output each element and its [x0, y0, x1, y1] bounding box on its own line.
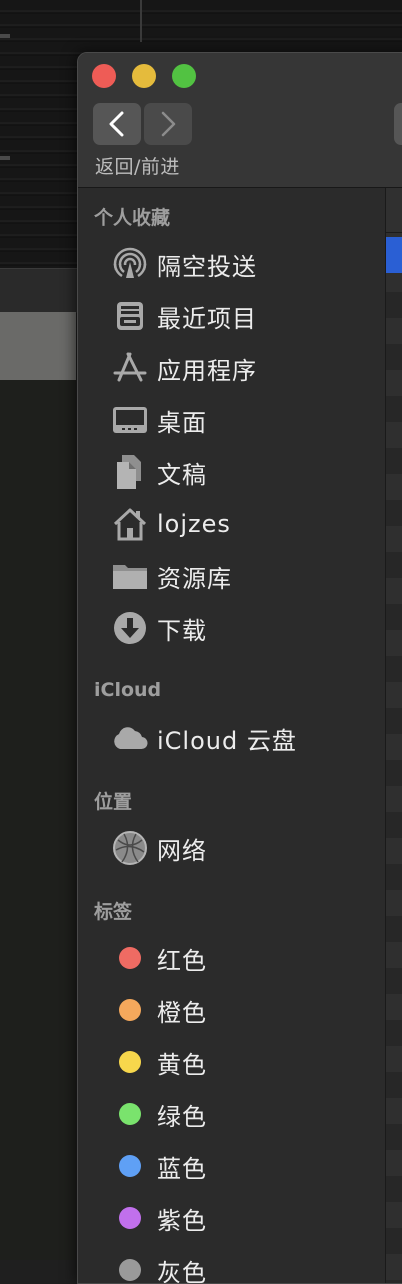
tag-dot-icon [110, 1042, 150, 1082]
sidebar-item-label: 应用程序 [157, 351, 257, 386]
sidebar-item-label: 资源库 [157, 559, 232, 594]
documents-icon [110, 452, 150, 492]
sidebar-item-library[interactable]: 资源库 [78, 552, 385, 600]
tag-blue-dot [119, 1155, 141, 1177]
sidebar-item-tag-green[interactable]: 绿色 [78, 1090, 385, 1138]
downloads-icon [110, 608, 150, 648]
section-header-icloud: iCloud [94, 679, 161, 701]
section-header-locations: 位置 [94, 787, 132, 814]
minimize-button[interactable] [132, 64, 156, 88]
window-toolbar: 返回/前进 [78, 53, 402, 188]
sidebar-item-recents[interactable]: 最近项目 [78, 292, 385, 340]
view-switcher-button[interactable] [394, 103, 402, 145]
sidebar-item-label: 网络 [157, 831, 207, 866]
cloud-icon [110, 718, 150, 758]
folder-icon [110, 556, 150, 596]
chevron-left-icon [107, 111, 127, 137]
forward-button[interactable] [144, 103, 192, 145]
sidebar-item-label: 红色 [157, 941, 207, 976]
background-mark [0, 34, 10, 38]
nav-caption: 返回/前进 [95, 152, 180, 179]
tag-green-dot [119, 1103, 141, 1125]
applications-icon [110, 348, 150, 388]
tag-orange-dot [119, 999, 141, 1021]
selected-file-row[interactable] [386, 237, 402, 273]
tag-red-dot [119, 947, 141, 969]
sidebar-item-home[interactable]: lojzes [78, 500, 385, 548]
section-header-favorites: 个人收藏 [94, 203, 170, 230]
sidebar-item-tag-purple[interactable]: 紫色 [78, 1194, 385, 1242]
sidebar-item-label: 橙色 [157, 993, 207, 1028]
sidebar-item-label: iCloud 云盘 [157, 721, 297, 756]
tag-yellow-dot [119, 1051, 141, 1073]
tag-dot-icon [110, 1094, 150, 1134]
chevron-right-icon [158, 111, 178, 137]
background-panel [0, 312, 76, 380]
sidebar: 个人收藏 隔空投送 [78, 188, 385, 1284]
sidebar-item-tag-orange[interactable]: 橙色 [78, 986, 385, 1034]
tag-dot-icon [110, 1198, 150, 1238]
tag-purple-dot [119, 1207, 141, 1229]
sidebar-item-applications[interactable]: 应用程序 [78, 344, 385, 392]
tag-dot-icon [110, 990, 150, 1030]
background-panel-dark [0, 380, 76, 1260]
background-divider [140, 0, 142, 42]
sidebar-item-network[interactable]: 网络 [78, 824, 385, 872]
sidebar-item-label: 黄色 [157, 1045, 207, 1080]
sidebar-item-airdrop[interactable]: 隔空投送 [78, 240, 385, 288]
airdrop-icon [110, 244, 150, 284]
tag-gray-dot [119, 1259, 141, 1281]
network-icon [110, 828, 150, 868]
close-button[interactable] [92, 64, 116, 88]
sidebar-item-label: 桌面 [157, 403, 207, 438]
sidebar-item-label: 蓝色 [157, 1149, 207, 1184]
sidebar-item-label: 最近项目 [157, 299, 257, 334]
file-list-header[interactable]: 名 [386, 188, 402, 233]
tag-dot-icon [110, 1146, 150, 1186]
home-icon [110, 504, 150, 544]
zoom-button[interactable] [172, 64, 196, 88]
section-header-tags: 标签 [94, 897, 132, 924]
tag-dot-icon [110, 1250, 150, 1284]
sidebar-item-label: 下载 [157, 611, 207, 646]
sidebar-item-tag-blue[interactable]: 蓝色 [78, 1142, 385, 1190]
background-mark [0, 156, 10, 160]
finder-window: 返回/前进 个人收藏 隔空投送 [77, 52, 402, 1284]
sidebar-item-label: 灰色 [157, 1253, 207, 1284]
sidebar-item-tag-red[interactable]: 红色 [78, 934, 385, 982]
sidebar-item-documents[interactable]: 文稿 [78, 448, 385, 496]
sidebar-item-desktop[interactable]: 桌面 [78, 396, 385, 444]
sidebar-item-tag-gray[interactable]: 灰色 [78, 1246, 385, 1284]
back-button[interactable] [93, 103, 141, 145]
sidebar-item-icloud-drive[interactable]: iCloud 云盘 [78, 714, 385, 762]
sidebar-item-label: 绿色 [157, 1097, 207, 1132]
sidebar-item-label: 紫色 [157, 1201, 207, 1236]
sidebar-item-tag-yellow[interactable]: 黄色 [78, 1038, 385, 1086]
tag-dot-icon [110, 938, 150, 978]
recents-icon [110, 296, 150, 336]
sidebar-item-label: 文稿 [157, 455, 207, 490]
file-list[interactable] [386, 188, 402, 1284]
desktop-icon [110, 400, 150, 440]
sidebar-item-label: 隔空投送 [157, 247, 257, 282]
sidebar-item-downloads[interactable]: 下载 [78, 604, 385, 652]
sidebar-item-label: lojzes [157, 510, 231, 538]
